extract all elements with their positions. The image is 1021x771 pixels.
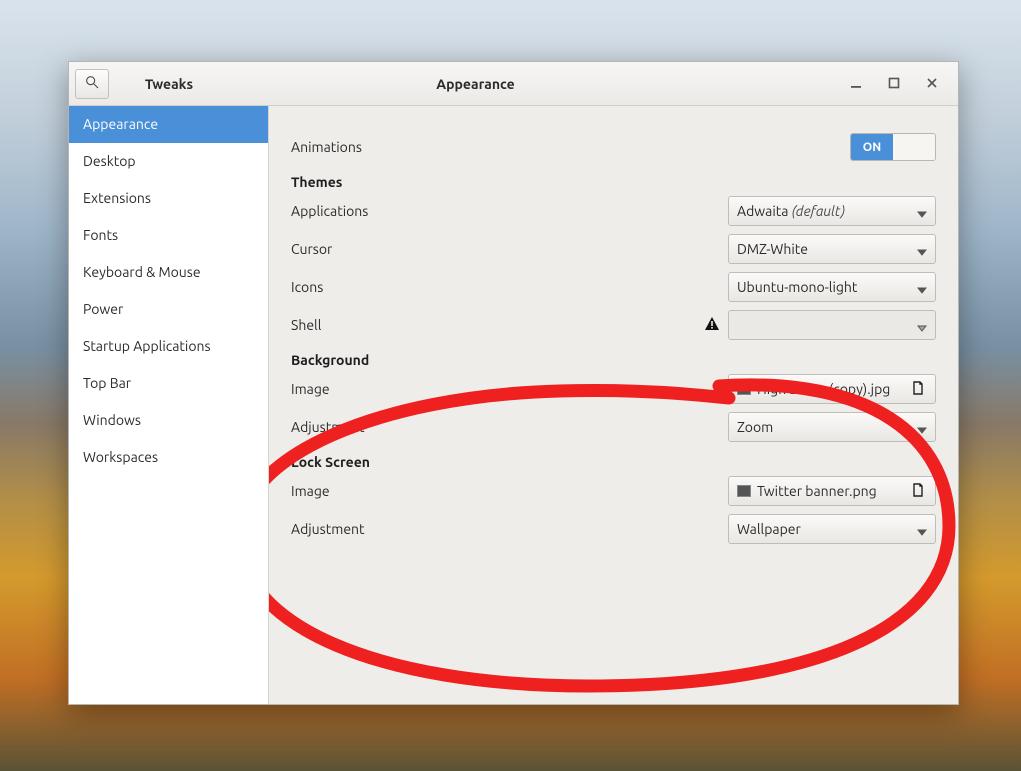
chevron-down-icon xyxy=(917,422,927,432)
file-open-icon xyxy=(911,380,927,399)
sidebar-item-label: Fonts xyxy=(83,227,118,243)
lockscreen-image-button[interactable]: Twitter banner.png xyxy=(728,476,936,506)
minimize-button[interactable] xyxy=(842,71,870,97)
warning-icon xyxy=(704,316,720,335)
background-image-button[interactable]: High Sierra (copy).jpg xyxy=(728,374,936,404)
sidebar-item-windows[interactable]: Windows xyxy=(69,402,268,439)
chevron-down-icon xyxy=(917,320,927,330)
sidebar-item-label: Keyboard & Mouse xyxy=(83,264,201,280)
sidebar-item-power[interactable]: Power xyxy=(69,291,268,328)
applications-label: Applications xyxy=(291,203,728,219)
toggle-on-label: ON xyxy=(851,134,893,160)
image-thumbnail-icon xyxy=(737,383,751,395)
icons-combo[interactable]: Ubuntu-mono-light xyxy=(728,272,936,302)
sidebar-item-label: Windows xyxy=(83,412,141,428)
image-thumbnail-icon xyxy=(737,485,751,497)
background-adjustment-row: Adjustment Zoom xyxy=(291,408,936,446)
sidebar-item-label: Appearance xyxy=(83,116,158,132)
sidebar-item-label: Desktop xyxy=(83,153,136,169)
chevron-down-icon xyxy=(917,206,927,216)
sidebar-item-extensions[interactable]: Extensions xyxy=(69,180,268,217)
sidebar-item-label: Power xyxy=(83,301,123,317)
animations-label: Animations xyxy=(291,139,850,155)
sidebar-item-label: Extensions xyxy=(83,190,151,206)
background-image-label: Image xyxy=(291,381,728,397)
themes-section-title: Themes xyxy=(291,174,936,190)
maximize-icon xyxy=(888,76,900,92)
background-adjustment-combo[interactable]: Zoom xyxy=(728,412,936,442)
lockscreen-adjustment-combo[interactable]: Wallpaper xyxy=(728,514,936,544)
background-image-row: Image High Sierra (copy).jpg xyxy=(291,370,936,408)
file-text: Twitter banner.png xyxy=(737,483,911,499)
background-adjustment-label: Adjustment xyxy=(291,419,728,435)
chevron-down-icon xyxy=(917,282,927,292)
file-text: High Sierra (copy).jpg xyxy=(737,381,911,397)
combo-text: Ubuntu-mono-light xyxy=(737,279,917,295)
lockscreen-section-title: Lock Screen xyxy=(291,454,936,470)
lockscreen-adjustment-label: Adjustment xyxy=(291,521,728,537)
background-section-title: Background xyxy=(291,352,936,368)
toggle-off-half xyxy=(893,134,935,160)
sidebar: Appearance Desktop Extensions Fonts Keyb… xyxy=(69,106,269,704)
close-button[interactable] xyxy=(918,71,946,97)
content-pane: Animations ON Themes Applications Adwait… xyxy=(269,106,958,704)
window-controls xyxy=(842,71,958,97)
window-body: Appearance Desktop Extensions Fonts Keyb… xyxy=(69,106,958,704)
combo-text: Wallpaper xyxy=(737,521,917,537)
lockscreen-image-row: Image Twitter banner.png xyxy=(291,472,936,510)
sidebar-item-startup-applications[interactable]: Startup Applications xyxy=(69,328,268,365)
shell-row: Shell xyxy=(291,306,936,344)
combo-text: Zoom xyxy=(737,419,917,435)
sidebar-item-label: Startup Applications xyxy=(83,338,211,354)
sidebar-item-label: Workspaces xyxy=(83,449,158,465)
minimize-icon xyxy=(850,76,862,92)
sidebar-item-workspaces[interactable]: Workspaces xyxy=(69,439,268,476)
cursor-row: Cursor DMZ-White xyxy=(291,230,936,268)
sidebar-item-keyboard-mouse[interactable]: Keyboard & Mouse xyxy=(69,254,268,291)
applications-row: Applications Adwaita (default) xyxy=(291,192,936,230)
shell-combo xyxy=(728,310,936,340)
animations-toggle[interactable]: ON xyxy=(850,133,936,161)
icons-row: Icons Ubuntu-mono-light xyxy=(291,268,936,306)
sidebar-item-desktop[interactable]: Desktop xyxy=(69,143,268,180)
chevron-down-icon xyxy=(917,524,927,534)
close-icon xyxy=(926,76,938,92)
cursor-combo[interactable]: DMZ-White xyxy=(728,234,936,264)
search-icon xyxy=(84,74,100,93)
maximize-button[interactable] xyxy=(880,71,908,97)
sidebar-item-appearance[interactable]: Appearance xyxy=(69,106,268,143)
sidebar-item-fonts[interactable]: Fonts xyxy=(69,217,268,254)
lockscreen-adjustment-row: Adjustment Wallpaper xyxy=(291,510,936,548)
icons-label: Icons xyxy=(291,279,728,295)
file-open-icon xyxy=(911,482,927,501)
combo-text: Adwaita (default) xyxy=(737,203,917,219)
combo-text: DMZ-White xyxy=(737,241,917,257)
header-title: Appearance xyxy=(109,76,842,92)
tweaks-window: Tweaks Appearance Appearance Desk xyxy=(68,61,959,705)
animations-row: Animations ON xyxy=(291,128,936,166)
chevron-down-icon xyxy=(917,244,927,254)
titlebar: Tweaks Appearance xyxy=(69,62,958,106)
sidebar-item-label: Top Bar xyxy=(83,375,131,391)
shell-label: Shell xyxy=(291,317,704,333)
lockscreen-image-label: Image xyxy=(291,483,728,499)
applications-combo[interactable]: Adwaita (default) xyxy=(728,196,936,226)
search-button[interactable] xyxy=(75,69,109,99)
sidebar-item-top-bar[interactable]: Top Bar xyxy=(69,365,268,402)
cursor-label: Cursor xyxy=(291,241,728,257)
